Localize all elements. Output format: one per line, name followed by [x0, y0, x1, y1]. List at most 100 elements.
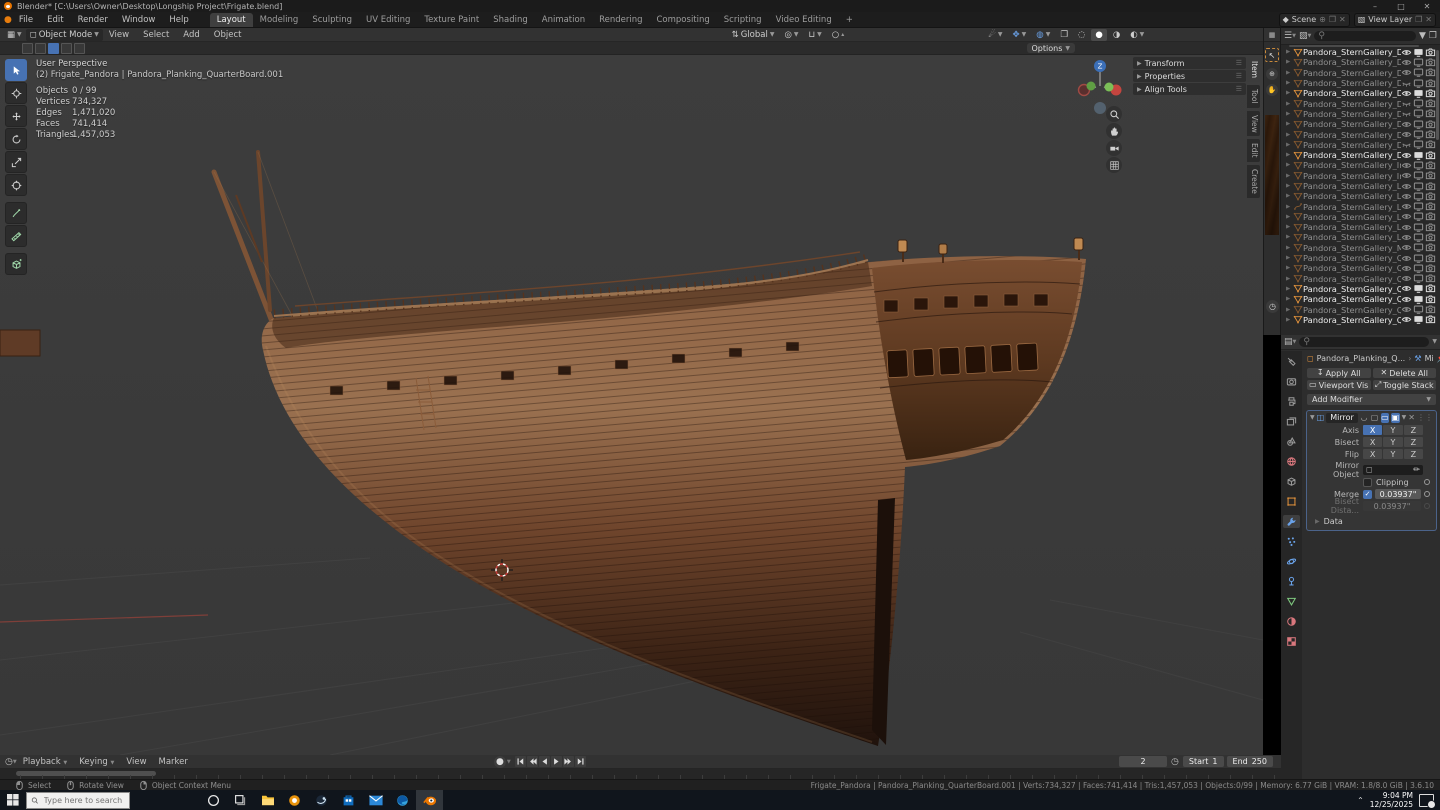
- npanel-tab-edit[interactable]: Edit: [1247, 139, 1260, 162]
- taskbar-app-blender[interactable]: [416, 790, 443, 810]
- record-options-icon[interactable]: ▼: [507, 759, 511, 765]
- snap-toggle-button[interactable]: ⊔▼: [805, 29, 826, 41]
- properties-search[interactable]: ⚲: [1299, 337, 1429, 347]
- viewport-menu-view[interactable]: View: [103, 30, 135, 40]
- outliner-row[interactable]: ▶ Pandora_SternGallery_Do: [1281, 47, 1436, 57]
- viewport-menu-add[interactable]: Add: [177, 30, 205, 40]
- current-frame-field[interactable]: 2: [1119, 756, 1167, 767]
- pin-icon[interactable]: ⊕: [1319, 15, 1326, 24]
- properties-tab-material[interactable]: [1283, 615, 1300, 628]
- merge-threshold-slider[interactable]: 0.03937": [1375, 489, 1421, 499]
- view-layer-selector[interactable]: ▧ View Layer ❐ ✕: [1354, 13, 1436, 27]
- start-frame-field[interactable]: Start1: [1183, 756, 1224, 767]
- workspace-tab-+[interactable]: +: [839, 13, 860, 27]
- outliner-row[interactable]: ▶ Pandora_SternGallery_Inn: [1281, 160, 1436, 170]
- menu-window[interactable]: Window: [115, 15, 163, 25]
- modifier-delete-icon[interactable]: ✕: [1408, 413, 1415, 422]
- new-view-layer-icon[interactable]: ❐: [1415, 15, 1422, 24]
- outliner-row[interactable]: ▶ Pandora_SternGallery_Dn: [1281, 57, 1436, 67]
- viewport-vis-button[interactable]: ▭Viewport Vis: [1307, 380, 1371, 390]
- data-subpanel-label[interactable]: Data: [1324, 517, 1343, 526]
- remove-view-layer-icon[interactable]: ✕: [1425, 15, 1432, 24]
- toggle-stack-button[interactable]: ⤢Toggle Stack: [1373, 380, 1437, 390]
- npanel-section-properties[interactable]: ▶Properties☰: [1133, 70, 1246, 82]
- taskbar-app-edge[interactable]: [389, 790, 416, 810]
- taskbar-app-store[interactable]: [335, 790, 362, 810]
- taskbar-app-game[interactable]: [308, 790, 335, 810]
- outliner-row[interactable]: ▶ Pandora_SternGallery_Dn: [1281, 119, 1436, 129]
- maximize-button[interactable]: □: [1388, 2, 1414, 11]
- properties-tab-particles[interactable]: [1283, 535, 1300, 548]
- strip-zoom-icon[interactable]: ⊕: [1266, 68, 1278, 80]
- npanel-tab-item[interactable]: Item: [1247, 57, 1260, 82]
- strip-clock-icon[interactable]: ◷: [1266, 300, 1279, 313]
- workspace-tab-sculpting[interactable]: Sculpting: [305, 13, 359, 27]
- select-extend-icon[interactable]: [35, 43, 46, 54]
- properties-tab-texture[interactable]: [1283, 635, 1300, 648]
- outliner-row[interactable]: ▶ Pandora_SternGallery_Inn: [1281, 171, 1436, 181]
- tool-cursor-3d[interactable]: [5, 82, 27, 104]
- nav-grid-button[interactable]: [1106, 157, 1122, 173]
- outliner-vscrollbar[interactable]: [1436, 50, 1439, 140]
- workspace-tab-rendering[interactable]: Rendering: [592, 13, 649, 27]
- npanel-section-align-tools[interactable]: ▶Align Tools☰: [1133, 83, 1246, 95]
- transport-next-key-button[interactable]: [563, 756, 574, 767]
- taskbar-app-media[interactable]: [281, 790, 308, 810]
- outliner-row[interactable]: ▶ Pandora_SternGallery_Dn: [1281, 98, 1436, 108]
- viewport-3d[interactable]: [0, 55, 1263, 755]
- apply-all-button[interactable]: ↧Apply All: [1307, 368, 1371, 378]
- collapsed-image-editor[interactable]: ▦ ↖ ⊕ ✋ ◷: [1263, 28, 1281, 335]
- viewport-menu-select[interactable]: Select: [137, 30, 175, 40]
- outliner-row[interactable]: ▶ Pandora_SternGallery_Lo: [1281, 222, 1436, 232]
- npanel-tab-tool[interactable]: Tool: [1247, 85, 1260, 108]
- tool-select-box[interactable]: [5, 59, 27, 81]
- taskbar-clock[interactable]: 9:04 PM 12/25/2025: [1370, 791, 1413, 809]
- tool-add-cube[interactable]: [5, 253, 27, 275]
- outliner-row[interactable]: ▶ Pandora_SternGallery_Lo: [1281, 201, 1436, 211]
- outliner-row[interactable]: ▶ Pandora_SternGallery_QG: [1281, 253, 1436, 263]
- record-button[interactable]: ●: [494, 756, 506, 768]
- flip-x-toggle[interactable]: X: [1363, 449, 1382, 459]
- strip-hand-icon[interactable]: ✋: [1266, 84, 1278, 96]
- taskbar-app-cortana[interactable]: [200, 790, 227, 810]
- outliner-row[interactable]: ▶ Pandora_SternGallery_Mo: [1281, 243, 1436, 253]
- timeline-ruler[interactable]: [0, 769, 1281, 779]
- workspace-tab-scripting[interactable]: Scripting: [717, 13, 769, 27]
- outliner-row[interactable]: ▶ Pandora_SternGallery_Dn: [1281, 78, 1436, 88]
- data-chevron-icon[interactable]: ▶: [1315, 518, 1320, 525]
- taskbar-app-task-view[interactable]: [227, 790, 254, 810]
- nav-zoom-button[interactable]: [1106, 106, 1122, 122]
- outliner-row[interactable]: ▶ Pandora_SternGallery_QG: [1281, 315, 1436, 325]
- bisect-x-toggle[interactable]: X: [1363, 437, 1382, 447]
- close-button[interactable]: ✕: [1414, 2, 1440, 11]
- shading-material-button[interactable]: ◑: [1109, 29, 1124, 41]
- outliner-row[interactable]: ▶ Pandora_SternGallery_Dn: [1281, 129, 1436, 139]
- properties-tab-object[interactable]: [1283, 495, 1300, 508]
- workspace-tab-animation[interactable]: Animation: [535, 13, 592, 27]
- workspace-tab-layout[interactable]: Layout: [210, 13, 253, 27]
- xray-toggle[interactable]: ❐: [1056, 29, 1072, 41]
- start-button[interactable]: [0, 790, 26, 810]
- properties-tab-tool[interactable]: [1283, 355, 1300, 368]
- workspace-tab-modeling[interactable]: Modeling: [253, 13, 306, 27]
- taskbar-search[interactable]: [26, 792, 130, 809]
- select-subtract-icon[interactable]: [48, 43, 59, 54]
- outliner-row[interactable]: ▶ Pandora_SternGallery_QG: [1281, 284, 1436, 294]
- axis-z-toggle[interactable]: Z: [1404, 425, 1423, 435]
- delete-all-button[interactable]: ✕Delete All: [1373, 368, 1437, 378]
- minimize-button[interactable]: –: [1362, 2, 1388, 11]
- scene-selector[interactable]: ◆ Scene ⊕ ❐ ✕: [1279, 13, 1350, 27]
- workspace-tab-texture-paint[interactable]: Texture Paint: [417, 13, 486, 27]
- flip-z-toggle[interactable]: Z: [1404, 449, 1423, 459]
- tool-annotate[interactable]: [5, 202, 27, 224]
- pivot-point-button[interactable]: ◎▼: [780, 29, 802, 41]
- timeline-menu-marker[interactable]: Marker: [153, 757, 194, 767]
- editor-type-button[interactable]: ▦▼: [3, 29, 26, 41]
- axis-y-toggle[interactable]: Y: [1383, 425, 1402, 435]
- taskbar-app-mail[interactable]: [362, 790, 389, 810]
- modifier-name-field[interactable]: Mirror: [1326, 413, 1358, 423]
- select-invert-icon[interactable]: [61, 43, 72, 54]
- merge-checkbox[interactable]: ✓: [1363, 490, 1372, 499]
- gizmos-toggle[interactable]: ✥▼: [1009, 29, 1031, 41]
- properties-tab-world[interactable]: [1283, 455, 1300, 468]
